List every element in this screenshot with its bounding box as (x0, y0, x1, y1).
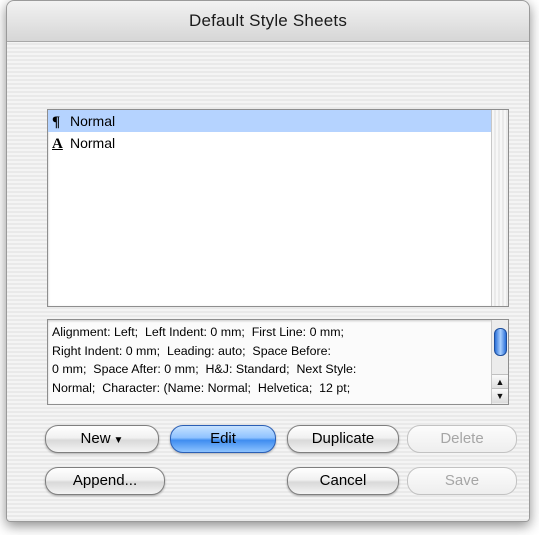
list-scrollbar[interactable] (491, 110, 508, 306)
dropdown-triangle-icon: ▼ (113, 435, 124, 446)
description-line: Alignment: Left; Left Indent: 0 mm; Firs… (52, 325, 344, 339)
paragraph-style-icon: ¶ (52, 114, 61, 130)
scroll-thumb[interactable] (494, 328, 507, 356)
style-sheet-list[interactable]: ¶ Normal A Normal (47, 109, 509, 307)
description-line: 0 mm; Space After: 0 mm; H&J: Standard; … (52, 362, 357, 376)
description-line: Right Indent: 0 mm; Leading: auto; Space… (52, 343, 331, 358)
list-item-label: Normal (70, 113, 116, 129)
title-bar[interactable]: Default Style Sheets (7, 1, 529, 42)
cancel-button[interactable]: Cancel (287, 467, 399, 495)
new-button-label: New (80, 430, 111, 447)
duplicate-button[interactable]: Duplicate (287, 425, 399, 453)
scroll-up-arrow-icon[interactable]: ▲ (492, 374, 508, 389)
description-line: Normal; Character: (Name: Normal; Helvet… (52, 380, 351, 395)
scroll-down-arrow-icon[interactable]: ▼ (492, 388, 508, 403)
style-description-box: Alignment: Left; Left Indent: 0 mm; Firs… (47, 319, 509, 405)
description-scrollbar[interactable]: ▲ ▼ (491, 320, 508, 404)
save-button[interactable]: Save (407, 467, 517, 495)
delete-button[interactable]: Delete (407, 425, 517, 453)
edit-button[interactable]: Edit (170, 425, 276, 453)
list-item-label: Normal (70, 135, 116, 151)
default-style-sheets-dialog: Default Style Sheets ¶ Normal A Normal Ali… (6, 0, 530, 522)
append-button[interactable]: Append... (45, 467, 165, 495)
list-item-paragraph-style[interactable]: ¶ Normal (48, 110, 491, 132)
character-style-icon: A (52, 136, 63, 152)
style-description-text: Alignment: Left; Left Indent: 0 mm; Firs… (52, 323, 488, 397)
window-title: Default Style Sheets (188, 11, 348, 30)
list-item-character-style[interactable]: A Normal (48, 132, 491, 154)
new-button[interactable]: New ▼ (45, 425, 159, 453)
